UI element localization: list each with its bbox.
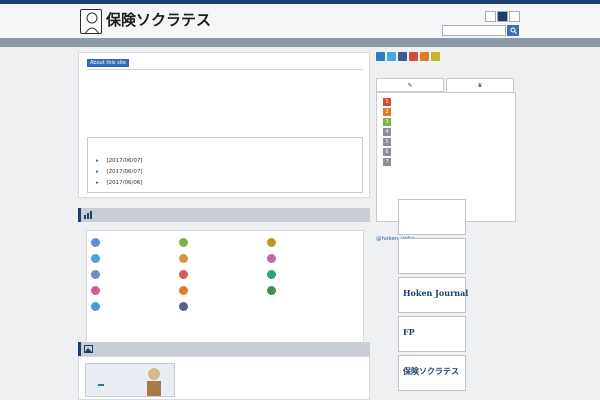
category-icon <box>179 302 188 311</box>
category-icon <box>91 254 100 263</box>
news-box: ▸ [2017/06/07] ▸ [2017/06/07] ▸ [2017/06… <box>87 137 363 193</box>
category-icon <box>91 286 100 295</box>
chart-icon <box>84 211 92 219</box>
category-icon <box>179 254 188 263</box>
news-item: ▸ [2017/06/07] <box>96 158 358 164</box>
category-icon <box>267 286 276 295</box>
sidebar-banner[interactable]: Hoken Journal <box>398 277 469 313</box>
crown-icon: ♛ <box>477 83 483 89</box>
header-divider <box>0 38 600 47</box>
pencil-icon: ✎ <box>407 83 413 89</box>
news-item: ▸ [2017/06/06] <box>96 180 358 186</box>
glossary-panel <box>78 356 370 400</box>
google-plus-icon[interactable] <box>409 52 418 61</box>
glossary-banner[interactable] <box>85 363 175 397</box>
news-item: ▸ [2017/06/07] <box>96 169 358 175</box>
rank-number-badge: 6 <box>383 148 391 156</box>
character-icon <box>147 368 161 396</box>
news-date: [2017/06/07] <box>106 158 143 164</box>
category-icon <box>91 302 100 311</box>
news-date: [2017/06/07] <box>106 169 143 175</box>
site-header: 保険ソクラテス <box>0 0 600 38</box>
rank-number-badge: 1 <box>383 98 391 106</box>
sidebar-banner[interactable]: 保険ソクラテス <box>398 355 466 391</box>
about-underline <box>87 69 363 70</box>
tab-ranking[interactable]: ♛ <box>446 78 514 92</box>
twitter-icon[interactable] <box>387 52 396 61</box>
category-icon <box>179 286 188 295</box>
arrow-right-icon: ▸ <box>96 180 99 186</box>
arrow-right-icon: ▸ <box>96 158 99 164</box>
sidebar-banner[interactable]: FP <box>398 316 466 352</box>
ranking-item[interactable]: 4 <box>383 128 511 137</box>
arrow-right-icon: ▸ <box>96 169 99 175</box>
sidebar-banner[interactable] <box>398 199 466 235</box>
ranking-item[interactable]: 5 <box>383 138 511 147</box>
pocket-icon[interactable] <box>420 52 429 61</box>
category-icon <box>179 270 188 279</box>
search-button[interactable] <box>507 25 519 36</box>
rank-number-badge: 3 <box>383 118 391 126</box>
ranking-item[interactable]: 2 <box>383 108 511 117</box>
rank-number-badge: 4 <box>383 128 391 136</box>
rank-number-badge: 2 <box>383 108 391 116</box>
ranking-item[interactable]: 6 <box>383 148 511 157</box>
social-share-row <box>376 52 516 64</box>
sidebar-banner[interactable] <box>398 238 466 274</box>
banner-title: 保険ソクラテス <box>403 366 459 376</box>
category-section-header <box>78 208 370 222</box>
tab-new-articles[interactable]: ✎ <box>376 78 444 92</box>
main-content: About this site ▸ [2017/06/07] ▸ [2017/0… <box>78 52 370 400</box>
ranking-item[interactable]: 3 <box>383 118 511 127</box>
news-date: [2017/06/06] <box>106 180 143 186</box>
rank-number-badge: 7 <box>383 158 391 166</box>
site-title: 保険ソクラテス <box>106 11 212 29</box>
about-badge: About this site <box>87 59 130 67</box>
intro-panel: About this site ▸ [2017/06/07] ▸ [2017/0… <box>78 52 370 198</box>
hatena-icon[interactable] <box>376 52 385 61</box>
sidebar: ✎ ♛ 1234567 @hoken_iroha Hoken Journal FP… <box>376 52 516 400</box>
category-icon <box>267 254 276 263</box>
category-icon <box>267 238 276 247</box>
rank-number-badge: 5 <box>383 138 391 146</box>
glossary-banner-label <box>98 384 104 386</box>
category-icon <box>267 270 276 279</box>
image-icon <box>84 345 93 353</box>
sidebar-tabs: ✎ ♛ <box>376 78 516 92</box>
banner-title: Hoken Journal <box>403 288 469 298</box>
feedly-icon[interactable] <box>431 52 440 61</box>
font-size-medium-button[interactable] <box>497 11 508 22</box>
search-icon <box>510 27 517 34</box>
font-size-large-button[interactable] <box>509 11 520 22</box>
category-icon <box>91 238 100 247</box>
socrates-logo-icon <box>80 9 102 35</box>
site-logo[interactable]: 保険ソクラテス <box>80 9 230 39</box>
banner-title: FP <box>403 327 415 337</box>
ranking-item[interactable]: 1 <box>383 98 511 107</box>
glossary-section-header <box>78 342 370 356</box>
search-input[interactable] <box>442 25 506 36</box>
ranking-item[interactable]: 7 <box>383 158 511 167</box>
category-icon <box>91 270 100 279</box>
category-icon <box>179 238 188 247</box>
facebook-icon[interactable] <box>398 52 407 61</box>
font-size-small-button[interactable] <box>485 11 496 22</box>
